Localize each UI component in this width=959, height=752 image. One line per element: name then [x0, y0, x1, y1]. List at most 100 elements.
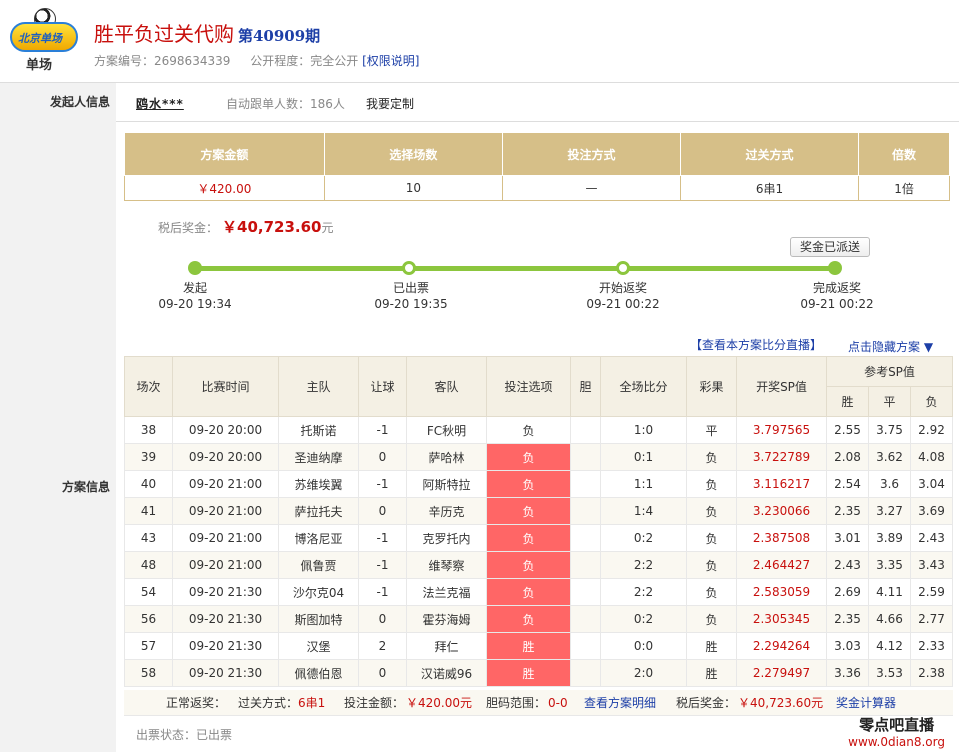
table-cell: -1 [358, 578, 407, 606]
table-cell: 3.53 [868, 659, 911, 687]
table-cell: 负 [686, 551, 737, 579]
sum-header: 选择场数 [323, 132, 503, 176]
bet-value: ￥420.00元 [406, 696, 472, 710]
table-cell: 09-20 21:30 [172, 578, 279, 606]
table-cell: 2:0 [600, 659, 687, 687]
table-cell: 54 [124, 578, 173, 606]
table-cell: 3.01 [826, 524, 869, 552]
col-header: 彩果 [686, 356, 737, 417]
table-cell: 3.116217 [736, 470, 827, 498]
sum-header: 投注方式 [501, 132, 681, 176]
custom-link[interactable]: 我要定制 [366, 95, 414, 112]
step-time: 09-20 19:35 [374, 297, 448, 311]
table-cell: 负 [486, 443, 571, 471]
table-cell [570, 470, 601, 498]
table-row: 57 09-20 21:30 汉堡 2 拜仁胜 0:0 胜 2.294264 3.03 4.12 2… [124, 632, 953, 660]
table-cell: 博洛尼亚 [278, 524, 359, 552]
table-cell: 3.04 [910, 470, 953, 498]
score-live-link[interactable]: 【查看本方案比分直播】 [690, 336, 822, 353]
table-cell: 维琴察 [406, 551, 487, 579]
table-cell: 09-20 20:00 [172, 416, 279, 444]
table-cell: 拜仁 [406, 632, 487, 660]
view-detail-link[interactable]: 查看方案明细 [584, 690, 656, 716]
page-title: 胜平负过关代购 第40909期 [94, 18, 320, 47]
sponsor-name[interactable]: 鸥水*** [136, 95, 184, 112]
issue-number: 第40909期 [238, 27, 321, 45]
table-cell: -1 [358, 470, 407, 498]
progress-step: 开始返奖 09-21 00:22 [568, 280, 678, 312]
table-cell: 0 [358, 659, 407, 687]
prize-calculator-link[interactable]: 奖金计算器 [836, 690, 896, 716]
table-cell: 58 [124, 659, 173, 687]
table-cell: 39 [124, 443, 173, 471]
progress-step: 完成返奖 09-21 00:22 [782, 280, 892, 312]
table-cell: 57 [124, 632, 173, 660]
table-cell: 4.66 [868, 605, 911, 633]
table-cell: 3.722789 [736, 443, 827, 471]
after-tax-prize: 税后奖金： ￥40,723.60元 [158, 216, 334, 237]
progress-bar [194, 266, 836, 271]
prize-label: 税后奖金： [158, 221, 219, 235]
sp-sub-header: 胜 [826, 386, 869, 417]
logo-badge-text: 北京单场 [18, 32, 62, 45]
table-cell: 佩德伯恩 [278, 659, 359, 687]
table-cell: 霍芬海姆 [406, 605, 487, 633]
progress-step: 已出票 09-20 19:35 [356, 280, 466, 312]
table-cell: 09-20 21:30 [172, 632, 279, 660]
view-detail-anchor[interactable]: 查看方案明细 [584, 696, 656, 710]
ticket-label: 出票状态： [136, 728, 197, 742]
table-cell: 2.33 [910, 632, 953, 660]
logo-text: 单场 [26, 58, 53, 73]
ticket-value: 已出票 [196, 728, 233, 742]
table-cell: 3.62 [868, 443, 911, 471]
table-row: 39 09-20 20:00 圣迪纳摩 0 萨哈林负 0:1 负 3.722789 2.08 3.… [124, 443, 953, 471]
table-cell: 2.59 [910, 578, 953, 606]
table-cell: 胜 [686, 659, 737, 687]
table-cell [570, 605, 601, 633]
table-cell: 2.305345 [736, 605, 827, 633]
pass-value: 6串1 [298, 696, 326, 710]
public-value: 完全公开 [310, 54, 359, 68]
match-table-body: 38 09-20 20:00 托斯诺 -1 FC秋明负 1:0 平 3.797565 2.55 3… [124, 416, 953, 687]
col-header: 主队 [278, 356, 359, 417]
table-cell [570, 659, 601, 687]
lottery-logo[interactable]: 北京单场 单场 [6, 6, 82, 73]
hide-plan-link[interactable]: 点击隐藏方案 ▼ [848, 338, 933, 355]
public-label: 公开程度： [250, 54, 311, 68]
table-cell: 胜 [686, 632, 737, 660]
table-cell: 3.230066 [736, 497, 827, 525]
table-cell: 汉诺威96 [406, 659, 487, 687]
sum-header: 倍数 [858, 132, 950, 176]
table-row: 41 09-20 21:00 萨拉托夫 0 辛历克负 1:4 负 3.230066 2.35 3.… [124, 497, 953, 525]
prize-dispatched-button[interactable]: 奖金已派送 [790, 237, 870, 257]
ticket-status: 出票状态：已出票 [136, 726, 232, 743]
table-cell [570, 578, 601, 606]
plan-no-label: 方案编号： [94, 54, 155, 68]
table-cell: 2.38 [910, 659, 953, 687]
table-cell: 3.35 [868, 551, 911, 579]
table-cell: 3.43 [910, 551, 953, 579]
permission-link[interactable]: [权限说明] [362, 54, 419, 68]
table-cell: 托斯诺 [278, 416, 359, 444]
table-cell: 3.27 [868, 497, 911, 525]
table-cell: 0:0 [600, 632, 687, 660]
table-cell: 负 [486, 416, 571, 444]
watermark-title: 零点吧直播 [859, 716, 935, 734]
table-cell: 48 [124, 551, 173, 579]
table-cell: 负 [686, 470, 737, 498]
prize-calculator-anchor[interactable]: 奖金计算器 [836, 696, 896, 710]
table-cell: 0 [358, 605, 407, 633]
banker-label: 胆码范围： [486, 696, 547, 710]
table-cell: FC秋明 [406, 416, 487, 444]
table-cell: 2.55 [826, 416, 869, 444]
match-table: 场次 比赛时间 主队 让球 客队 投注选项 胆 全场比分 彩果 开奖SP值 参考… [124, 356, 953, 687]
plan-label: 方案信息 [61, 480, 110, 494]
table-cell: 56 [124, 605, 173, 633]
progress-dot [616, 261, 630, 275]
step-label: 完成返奖 [812, 281, 861, 295]
table-cell: 负 [686, 524, 737, 552]
table-cell: 2.08 [826, 443, 869, 471]
table-cell: 4.12 [868, 632, 911, 660]
table-cell: 负 [486, 578, 571, 606]
step-time: 09-20 19:34 [158, 297, 232, 311]
